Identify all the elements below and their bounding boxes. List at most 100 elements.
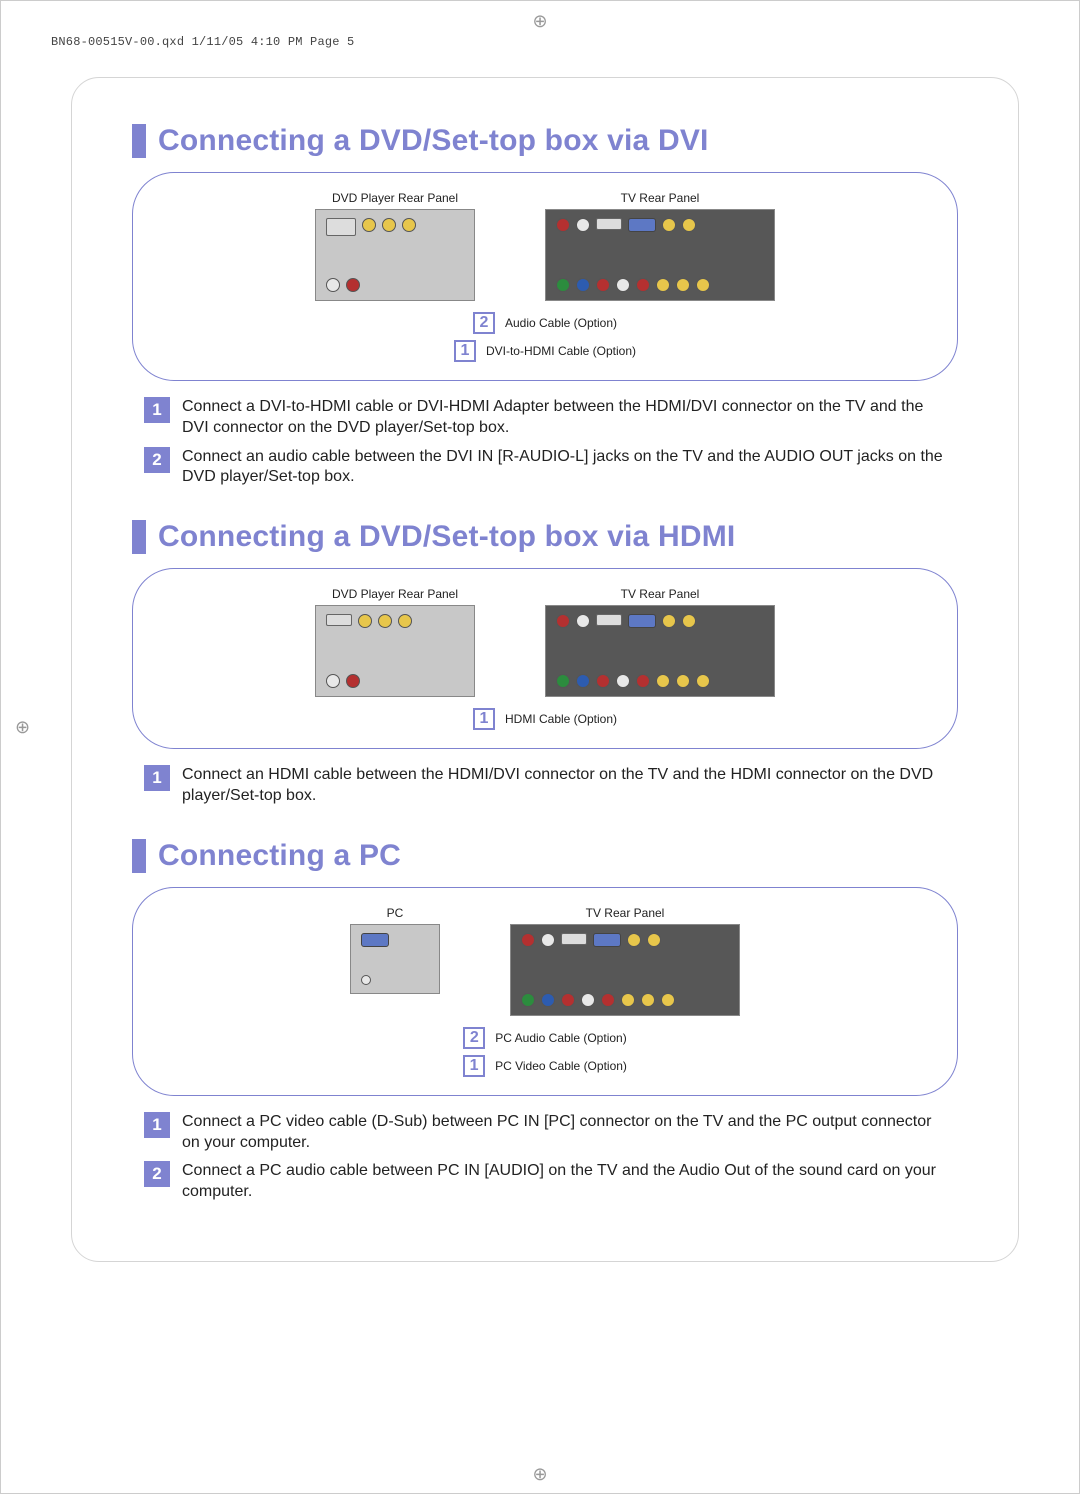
- heading-text: Connecting a DVD/Set-top box via DVI: [158, 124, 709, 158]
- port-icon: [346, 674, 360, 688]
- port-icon: [378, 614, 392, 628]
- step-text: Connect a PC audio cable between PC IN […: [182, 1161, 946, 1203]
- section-heading: Connecting a PC: [132, 839, 958, 873]
- port-icon: [616, 674, 630, 688]
- port-icon: [521, 993, 535, 1007]
- audio-l-port-icon: [326, 278, 340, 292]
- port-icon: [556, 218, 570, 232]
- dvd-rear-panel-col: DVD Player Rear Panel: [315, 191, 475, 306]
- step-text: Connect a PC video cable (D-Sub) between…: [182, 1112, 946, 1154]
- port-icon: [358, 614, 372, 628]
- step-number: 2: [144, 1161, 170, 1187]
- crop-mark-icon: ⊕: [532, 1464, 547, 1485]
- tv-rear-panel-col: TV Rear Panel: [545, 587, 775, 702]
- port-icon: [581, 993, 595, 1007]
- step-number: 2: [144, 447, 170, 473]
- pc-rear-panel-icon: [350, 924, 440, 994]
- callout-number: 2: [463, 1027, 485, 1049]
- audio-jack-icon: [361, 975, 371, 985]
- hdmi-port-icon: [326, 614, 352, 626]
- port-icon: [556, 674, 570, 688]
- step-block: 1 Connect a DVI-to-HDMI cable or DVI-HDM…: [144, 397, 946, 488]
- tv-rear-panel-icon: [545, 605, 775, 697]
- port-icon: [627, 933, 641, 947]
- port-icon: [541, 993, 555, 1007]
- port-icon: [576, 614, 590, 628]
- hdmi-port-icon: [596, 218, 622, 230]
- callout-number: 1: [463, 1055, 485, 1077]
- port-icon: [621, 993, 635, 1007]
- dvi-port-icon: [326, 218, 356, 236]
- port-icon: [656, 674, 670, 688]
- component-y-port-icon: [362, 218, 376, 232]
- page-content: Connecting a DVD/Set-top box via DVI DVD…: [71, 77, 1019, 1262]
- port-icon: [556, 278, 570, 292]
- step-item: 2 Connect a PC audio cable between PC IN…: [144, 1161, 946, 1203]
- step-item: 2 Connect an audio cable between the DVI…: [144, 447, 946, 489]
- callout-number: 1: [454, 340, 476, 362]
- port-icon: [676, 674, 690, 688]
- panel-label: TV Rear Panel: [545, 587, 775, 601]
- port-icon: [556, 614, 570, 628]
- vga-port-icon: [361, 933, 389, 947]
- step-number: 1: [144, 765, 170, 791]
- port-icon: [636, 674, 650, 688]
- section-heading: Connecting a DVD/Set-top box via DVI: [132, 124, 958, 158]
- port-icon: [596, 278, 610, 292]
- diagram-frame: PC TV Rear Panel: [132, 887, 958, 1096]
- port-icon: [398, 614, 412, 628]
- heading-bar-icon: [132, 839, 146, 873]
- port-icon: [596, 674, 610, 688]
- port-icon: [696, 278, 710, 292]
- callout-text: PC Audio Cable (Option): [495, 1031, 626, 1045]
- port-icon: [601, 993, 615, 1007]
- component-pb-port-icon: [382, 218, 396, 232]
- section-heading: Connecting a DVD/Set-top box via HDMI: [132, 520, 958, 554]
- callout-text: DVI-to-HDMI Cable (Option): [486, 344, 636, 358]
- port-icon: [326, 674, 340, 688]
- page-sheet: ⊕ ⊕ ⊕ BN68-00515V-00.qxd 1/11/05 4:10 PM…: [0, 0, 1080, 1494]
- port-icon: [576, 674, 590, 688]
- step-text: Connect a DVI-to-HDMI cable or DVI-HDMI …: [182, 397, 946, 439]
- tv-rear-panel-col: TV Rear Panel: [545, 191, 775, 306]
- port-icon: [636, 278, 650, 292]
- step-block: 1 Connect a PC video cable (D-Sub) betwe…: [144, 1112, 946, 1203]
- port-icon: [662, 218, 676, 232]
- step-item: 1 Connect a DVI-to-HDMI cable or DVI-HDM…: [144, 397, 946, 439]
- panel-label: PC: [350, 906, 440, 920]
- callout-number: 2: [473, 312, 495, 334]
- callout-number: 1: [473, 708, 495, 730]
- panel-label: TV Rear Panel: [510, 906, 740, 920]
- port-icon: [576, 218, 590, 232]
- step-number: 1: [144, 1112, 170, 1138]
- dvd-rear-panel-icon: [315, 209, 475, 301]
- diagram-frame: DVD Player Rear Panel: [132, 568, 958, 749]
- port-icon: [647, 933, 661, 947]
- audio-r-port-icon: [346, 278, 360, 292]
- component-pr-port-icon: [402, 218, 416, 232]
- diagram-frame: DVD Player Rear Panel: [132, 172, 958, 381]
- step-text: Connect an HDMI cable between the HDMI/D…: [182, 765, 946, 807]
- panel-label: DVD Player Rear Panel: [315, 587, 475, 601]
- port-icon: [662, 614, 676, 628]
- step-item: 1 Connect a PC video cable (D-Sub) betwe…: [144, 1112, 946, 1154]
- port-icon: [661, 993, 675, 1007]
- port-icon: [682, 614, 696, 628]
- port-icon: [541, 933, 555, 947]
- port-icon: [696, 674, 710, 688]
- port-icon: [576, 278, 590, 292]
- hdmi-port-icon: [561, 933, 587, 945]
- vga-port-icon: [628, 614, 656, 628]
- callout-text: PC Video Cable (Option): [495, 1059, 627, 1073]
- callout-text: HDMI Cable (Option): [505, 712, 617, 726]
- port-icon: [561, 993, 575, 1007]
- step-block: 1 Connect an HDMI cable between the HDMI…: [144, 765, 946, 807]
- heading-bar-icon: [132, 520, 146, 554]
- step-item: 1 Connect an HDMI cable between the HDMI…: [144, 765, 946, 807]
- port-icon: [616, 278, 630, 292]
- step-text: Connect an audio cable between the DVI I…: [182, 447, 946, 489]
- diagram-callouts: 2 Audio Cable (Option) 1 DVI-to-HDMI Cab…: [161, 312, 929, 362]
- crop-mark-icon: ⊕: [532, 11, 547, 32]
- callout-text: Audio Cable (Option): [505, 316, 617, 330]
- vga-port-icon: [593, 933, 621, 947]
